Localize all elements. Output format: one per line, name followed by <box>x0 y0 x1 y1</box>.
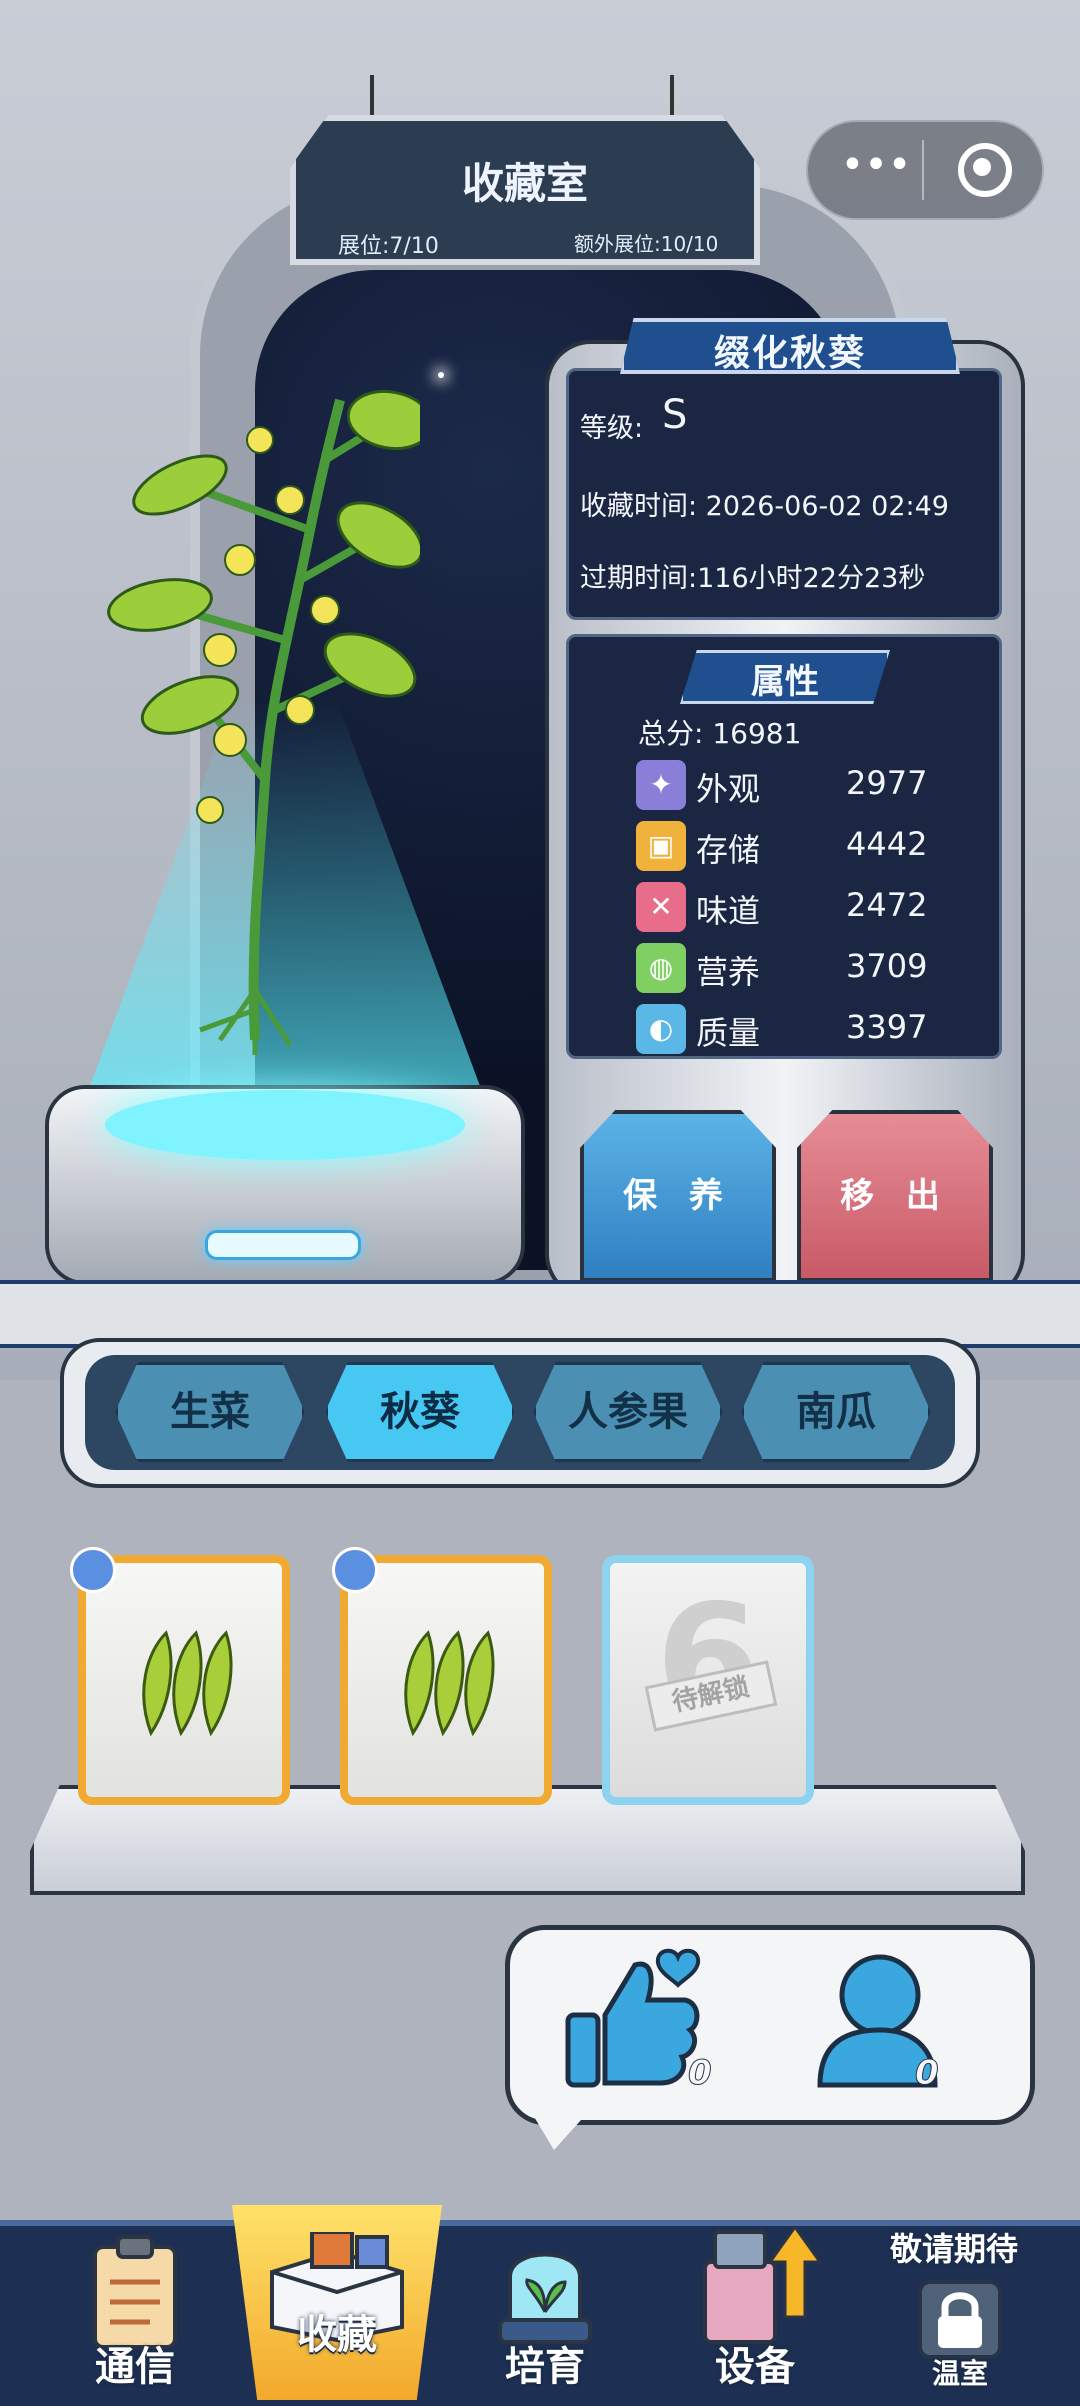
plant-name: 缀化秋葵 <box>713 333 866 374</box>
nav-equipment[interactable]: 设备 <box>680 2222 830 2400</box>
more-dots-icon[interactable]: ••• <box>826 135 926 205</box>
collect-time: 收藏时间: 2026-06-02 02:49 <box>580 491 949 522</box>
clock-icon <box>332 1547 378 1593</box>
extra-slot-count: 额外展位:10/10 <box>574 232 719 256</box>
grade-value: S <box>662 392 688 438</box>
remove-button[interactable]: 移 出 <box>797 1110 993 1282</box>
okra-icon <box>142 1630 233 1737</box>
attr-value: 3709 <box>846 947 928 985</box>
pedestal-glow <box>105 1090 465 1160</box>
tab-okra[interactable]: 秋葵 <box>325 1362 515 1462</box>
hanger-left <box>370 75 404 115</box>
attr-name: 质量 <box>696 1014 761 1052</box>
attr-name: 营养 <box>696 953 761 991</box>
attr-row-nutrition: ◍ 营养 3709 <box>636 941 966 993</box>
slot-number: 6 <box>655 1573 761 1747</box>
okra-plant-illustration <box>107 389 420 1055</box>
attr-name: 外观 <box>696 770 761 808</box>
page-title: 收藏室 <box>461 159 588 208</box>
nav-collection[interactable]: 收藏 <box>232 2222 442 2400</box>
attr-row-storage: ▣ 存储 4442 <box>636 819 966 871</box>
box-icon: ▣ <box>636 821 686 871</box>
nav-label: 收藏 <box>297 2312 377 2358</box>
attr-name: 存储 <box>696 831 761 869</box>
nav-communication[interactable]: 通信 <box>60 2222 210 2400</box>
okra-card[interactable] <box>70 1547 290 1805</box>
grade-label: 等级: <box>580 413 644 444</box>
expire-time: 过期时间:116小时22分23秒 <box>580 563 926 594</box>
attr-value: 4442 <box>846 825 928 863</box>
okra-card[interactable] <box>332 1547 552 1805</box>
tab-lettuce[interactable]: 生菜 <box>115 1362 305 1462</box>
terrarium-icon <box>498 2252 592 2344</box>
attr-row-quality: ◐ 质量 3397 <box>636 1002 966 1054</box>
lemon-icon: ◍ <box>636 943 686 993</box>
lock-icon <box>918 2280 1002 2359</box>
muscle-icon: ◐ <box>636 1004 686 1054</box>
visitor-count: 0 <box>915 2053 940 2094</box>
nav-label: 通信 <box>95 2344 175 2390</box>
nav-label: 设备 <box>715 2344 795 2390</box>
attributes-title: 属性 <box>751 662 819 702</box>
attr-value: 2977 <box>846 764 928 802</box>
slot-count: 展位:7/10 <box>338 234 439 259</box>
capsule-divider <box>922 140 924 200</box>
pedestal-light <box>205 1230 361 1260</box>
hanger-right <box>670 75 704 115</box>
attr-name: 味道 <box>696 892 761 930</box>
sparkle-icon: ✦ <box>636 760 686 810</box>
nav-greenhouse[interactable]: 敬请期待 温室 <box>880 2222 1040 2400</box>
clock-icon <box>70 1547 116 1593</box>
target-close-icon[interactable] <box>950 135 1020 205</box>
attr-value: 2472 <box>846 886 928 924</box>
nav-label: 培育 <box>505 2344 585 2390</box>
coming-soon-label: 敬请期待 <box>890 2230 1019 2268</box>
total-score: 总分: 16981 <box>638 717 802 750</box>
okra-icon <box>404 1630 495 1737</box>
like-count: 0 <box>688 2053 713 2094</box>
utensils-icon: ✕ <box>636 882 686 932</box>
attr-value: 3397 <box>846 1008 928 1046</box>
tab-pumpkin[interactable]: 南瓜 <box>741 1362 931 1462</box>
star <box>438 372 444 378</box>
nav-cultivate[interactable]: 培育 <box>470 2222 620 2400</box>
attr-row-taste: ✕ 味道 2472 <box>636 880 966 932</box>
locked-slot-card[interactable]: 6 待解锁 <box>602 1555 814 1805</box>
tab-ginseng-fruit[interactable]: 人参果 <box>533 1362 723 1462</box>
nav-label: 温室 <box>931 2357 988 2390</box>
attr-row-appearance: ✦ 外观 2977 <box>636 758 966 810</box>
maintain-button[interactable]: 保 养 <box>580 1110 776 1282</box>
